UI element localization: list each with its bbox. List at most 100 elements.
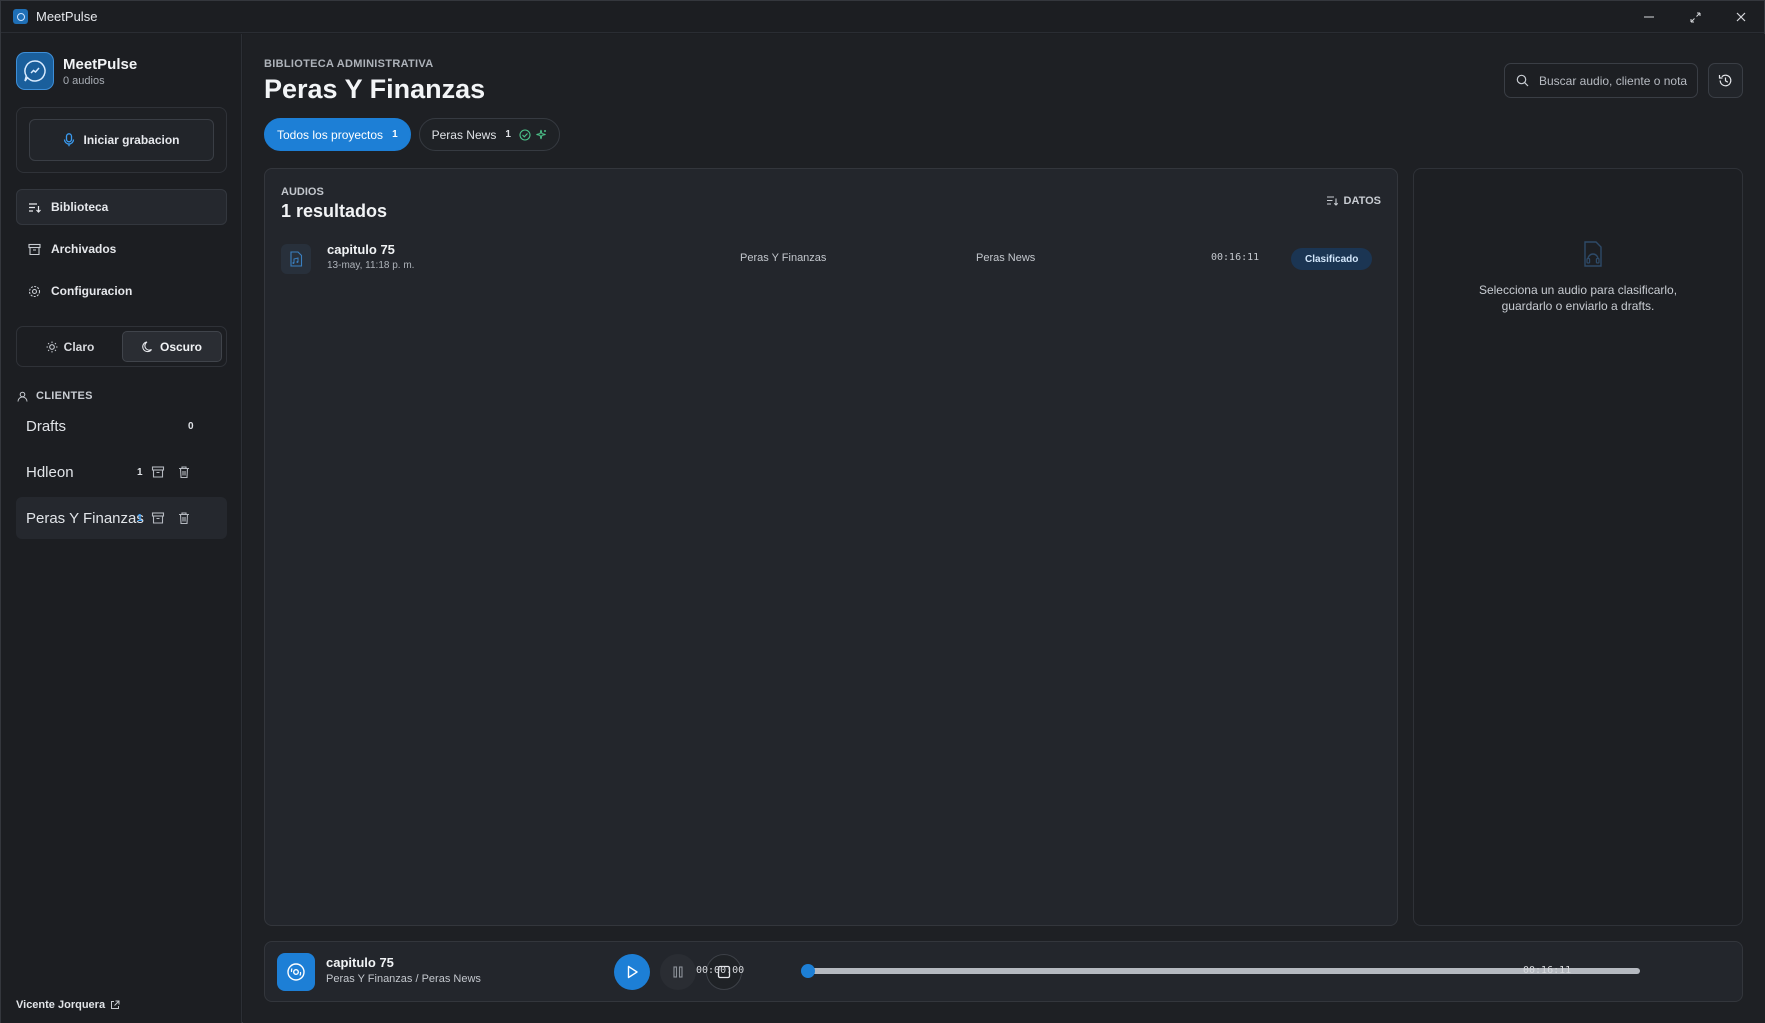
- tab-all-projects[interactable]: Todos los proyectos 1: [264, 118, 411, 151]
- user-profile-link[interactable]: Vicente Jorquera: [16, 999, 120, 1011]
- history-icon: [1718, 74, 1732, 87]
- audio-date: 13-may, 11:18 p. m.: [327, 260, 415, 271]
- sidebar-nav: Biblioteca Archivados Configuracion: [16, 189, 227, 315]
- app-window: MeetPulse MeetPulse 0 audios Iniciar gra…: [0, 0, 1765, 1023]
- theme-light-label: Claro: [63, 339, 95, 354]
- theme-dark-label: Oscuro: [159, 339, 202, 354]
- pause-button[interactable]: [660, 954, 696, 990]
- check-circle-icon: [519, 128, 531, 141]
- page-title: Peras Y Finanzas: [264, 74, 486, 104]
- sidebar-item-label: Biblioteca: [51, 200, 109, 214]
- project-tabs: Todos los proyectos 1 Peras News 1: [264, 118, 560, 151]
- progress-slider[interactable]: [801, 964, 1640, 978]
- results-count: 1 resultados: [281, 201, 388, 221]
- player-track-title: capitulo 75: [326, 955, 394, 970]
- window-title: MeetPulse: [36, 9, 98, 24]
- clients-heading-label: CLIENTES: [36, 390, 93, 402]
- search-input[interactable]: [1539, 73, 1689, 88]
- client-item-drafts[interactable]: Drafts 0: [16, 405, 227, 447]
- client-count: 1: [137, 466, 143, 478]
- title-bar: MeetPulse: [1, 1, 1764, 33]
- sidebar-item-configuracion[interactable]: Configuracion: [16, 273, 227, 309]
- pause-icon: [673, 966, 683, 978]
- sidebar-item-label: Configuracion: [51, 284, 133, 298]
- clients-heading: CLIENTES: [17, 390, 93, 402]
- sidebar: MeetPulse 0 audios Iniciar grabacion Bib…: [1, 34, 242, 1023]
- audios-panel: AUDIOS 1 resultados DATOS capitulo 75 13…: [264, 168, 1398, 926]
- audio-project: Peras News: [976, 252, 1036, 264]
- user-name: Vicente Jorquera: [16, 999, 106, 1011]
- audio-row[interactable]: capitulo 75 13-may, 11:18 p. m. Peras Y …: [281, 241, 1381, 277]
- page-kicker: BIBLIOTECA ADMINISTRATIVA: [264, 58, 434, 70]
- tab-count: 1: [392, 129, 398, 140]
- detail-panel: Selecciona un audio para clasificarlo, g…: [1413, 168, 1743, 926]
- tab-count: 1: [505, 129, 511, 140]
- client-name: Drafts: [26, 417, 67, 435]
- close-icon: [1736, 12, 1746, 22]
- trash-icon[interactable]: [177, 465, 191, 479]
- brand: MeetPulse 0 audios: [16, 52, 137, 90]
- external-link-icon: [111, 1000, 120, 1009]
- audio-client: Peras Y Finanzas: [740, 252, 827, 264]
- window-controls: [1626, 1, 1764, 33]
- datos-label: DATOS: [1343, 195, 1382, 207]
- player-track-subtitle: Peras Y Finanzas / Peras News: [326, 973, 481, 985]
- progress-handle[interactable]: [801, 964, 815, 978]
- expand-icon: [1690, 12, 1700, 22]
- archive-icon[interactable]: [151, 465, 165, 479]
- maximize-button[interactable]: [1672, 1, 1718, 33]
- theme-toggle: Claro Oscuro: [16, 326, 227, 367]
- audio-title: capitulo 75: [327, 242, 395, 257]
- minimize-button[interactable]: [1626, 1, 1672, 33]
- brand-name: MeetPulse: [63, 55, 138, 73]
- theme-dark-button[interactable]: Oscuro: [122, 331, 222, 362]
- sidebar-item-biblioteca[interactable]: Biblioteca: [16, 189, 227, 225]
- play-button[interactable]: [614, 954, 650, 990]
- sun-icon: [46, 341, 58, 352]
- trash-icon[interactable]: [177, 511, 191, 525]
- tab-label: Todos los proyectos: [277, 127, 384, 142]
- brand-logo-icon: [16, 52, 54, 90]
- app-logo-icon: [13, 9, 28, 24]
- search-box[interactable]: [1504, 63, 1698, 98]
- start-recording-button[interactable]: Iniciar grabacion: [29, 119, 214, 161]
- client-item-hdleon[interactable]: Hdleon 1: [16, 451, 227, 493]
- archive-icon[interactable]: [151, 511, 165, 525]
- client-name: Peras Y Finanzas: [26, 509, 144, 527]
- empty-state-message: Selecciona un audio para clasificarlo, g…: [1478, 283, 1678, 313]
- theme-light-button[interactable]: Claro: [21, 331, 119, 362]
- close-button[interactable]: [1718, 1, 1764, 33]
- audio-file-icon: [281, 244, 311, 274]
- history-button[interactable]: [1708, 63, 1743, 98]
- list-icon: [29, 202, 41, 213]
- tab-label: Peras News: [431, 127, 497, 142]
- disc-icon: [277, 953, 315, 991]
- tab-peras-news[interactable]: Peras News 1: [418, 118, 560, 151]
- client-name: Hdleon: [26, 463, 74, 481]
- sparkle-icon: [536, 129, 546, 139]
- client-count: 1: [137, 512, 143, 524]
- client-item-peras-y-finanzas[interactable]: Peras Y Finanzas 1: [16, 497, 227, 539]
- microphone-icon: [64, 133, 75, 147]
- record-card: Iniciar grabacion: [16, 107, 227, 173]
- audios-kicker: AUDIOS: [281, 186, 324, 198]
- audio-duration: 00:16:11: [1211, 252, 1260, 263]
- main-content: BIBLIOTECA ADMINISTRATIVA Peras Y Finanz…: [243, 34, 1765, 1023]
- client-list: Drafts 0 Hdleon 1 Peras Y Finanzas 1: [16, 405, 227, 543]
- start-recording-label: Iniciar grabacion: [83, 133, 180, 147]
- status-badge: Clasificado: [1291, 248, 1373, 270]
- client-count: 0: [188, 420, 194, 432]
- search-icon: [1516, 74, 1529, 87]
- archive-icon: [28, 243, 41, 255]
- play-icon: [627, 965, 638, 979]
- current-time: 00:00:00: [696, 965, 745, 976]
- user-icon: [17, 391, 28, 402]
- datos-button[interactable]: DATOS: [1326, 195, 1382, 207]
- audio-count: 0 audios: [63, 74, 105, 87]
- gear-icon: [28, 285, 41, 297]
- sidebar-item-label: Archivados: [51, 242, 117, 256]
- moon-icon: [142, 340, 152, 352]
- sidebar-item-archivados[interactable]: Archivados: [16, 231, 227, 267]
- list-sort-icon: [1326, 196, 1338, 206]
- minimize-icon: [1644, 16, 1654, 18]
